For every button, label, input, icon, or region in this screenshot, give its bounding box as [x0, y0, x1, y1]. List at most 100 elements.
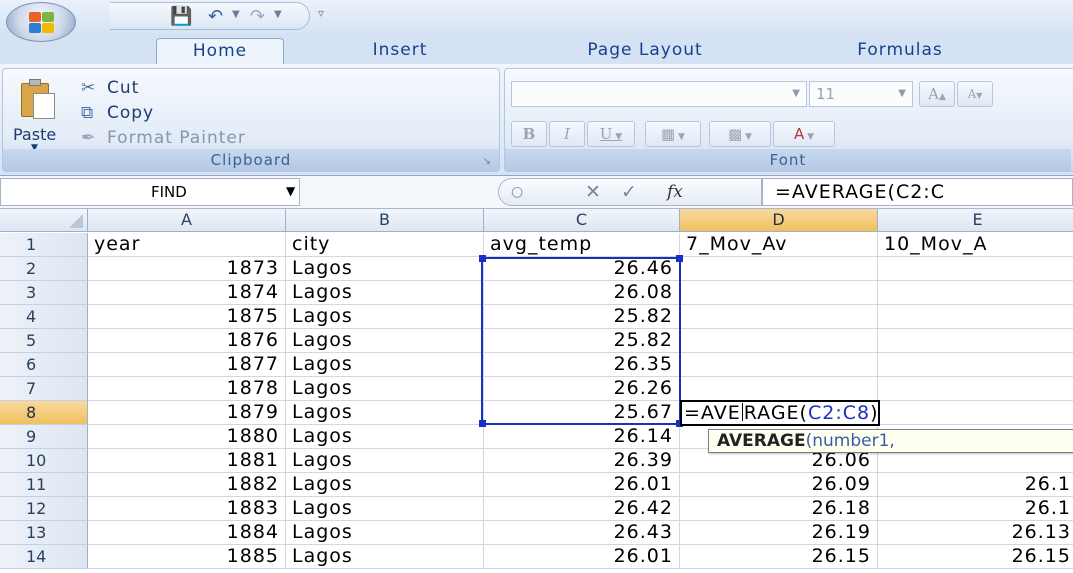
column-header-c[interactable]: C	[484, 209, 680, 232]
row-header-13[interactable]: 13	[0, 521, 88, 545]
cell-e11[interactable]: 26.1	[878, 473, 1073, 497]
cell-a8[interactable]: 1879	[88, 401, 286, 425]
cell-e5[interactable]	[878, 329, 1073, 353]
tab-insert[interactable]: Insert	[340, 38, 460, 64]
insert-function-icon[interactable]: fx	[667, 180, 683, 204]
cell-c3[interactable]: 26.08	[484, 281, 680, 305]
cell-e8[interactable]	[878, 401, 1073, 425]
customize-qat-icon[interactable]: ▿	[318, 6, 324, 20]
cell-a5[interactable]: 1876	[88, 329, 286, 353]
bold-button[interactable]: B	[511, 121, 547, 147]
cell-d14[interactable]: 26.15	[680, 545, 878, 569]
cell-c13[interactable]: 26.43	[484, 521, 680, 545]
function-tooltip[interactable]: AVERAGE(number1,	[708, 429, 1073, 453]
row-header-12[interactable]: 12	[0, 497, 88, 521]
borders-button[interactable]: ▦ ▼	[645, 121, 701, 147]
cell-b7[interactable]: Lagos	[286, 377, 484, 401]
underline-button[interactable]: U ▼	[587, 121, 635, 147]
cell-b11[interactable]: Lagos	[286, 473, 484, 497]
undo-icon[interactable]: ↶	[208, 7, 223, 27]
cell-a2[interactable]: 1873	[88, 257, 286, 281]
cell-d11[interactable]: 26.09	[680, 473, 878, 497]
font-size-combo[interactable]: 11 ▼	[809, 81, 913, 107]
cell-e7[interactable]	[878, 377, 1073, 401]
name-box[interactable]: FIND	[0, 178, 300, 206]
row-header-1[interactable]: 1	[0, 233, 88, 257]
cell-d2[interactable]	[680, 257, 878, 281]
cell-a9[interactable]: 1880	[88, 425, 286, 449]
fill-color-button[interactable]: ▩ ▼	[709, 121, 771, 147]
cell-b10[interactable]: Lagos	[286, 449, 484, 473]
cell-b13[interactable]: Lagos	[286, 521, 484, 545]
cell-c10[interactable]: 26.39	[484, 449, 680, 473]
row-header-8[interactable]: 8	[0, 401, 88, 425]
cell-e13[interactable]: 26.13	[878, 521, 1073, 545]
cell-b8[interactable]: Lagos	[286, 401, 484, 425]
cell-b9[interactable]: Lagos	[286, 425, 484, 449]
cell-a14[interactable]: 1885	[88, 545, 286, 569]
enter-icon[interactable]: ✓	[621, 180, 637, 204]
cell-c14[interactable]: 26.01	[484, 545, 680, 569]
row-header-14[interactable]: 14	[0, 545, 88, 569]
cell-c2[interactable]: 26.46	[484, 257, 680, 281]
cell-a12[interactable]: 1883	[88, 497, 286, 521]
copy-button[interactable]: ⧉ Copy	[81, 102, 154, 124]
redo-dropdown-icon[interactable]: ▼	[274, 9, 282, 20]
cell-a3[interactable]: 1874	[88, 281, 286, 305]
formula-bar-expand-icon[interactable]: ○	[511, 180, 523, 204]
column-header-a[interactable]: A	[88, 209, 286, 232]
font-color-button[interactable]: A ▼	[773, 121, 835, 147]
cell-b5[interactable]: Lagos	[286, 329, 484, 353]
cell-d1[interactable]: 7_Mov_Av	[680, 233, 878, 257]
column-header-e[interactable]: E	[878, 209, 1073, 232]
cell-b14[interactable]: Lagos	[286, 545, 484, 569]
column-header-b[interactable]: B	[286, 209, 484, 232]
save-icon[interactable]: 💾	[170, 7, 192, 27]
tab-page-layout[interactable]: Page Layout	[545, 38, 745, 64]
tab-formulas[interactable]: Formulas	[820, 38, 980, 64]
cell-d4[interactable]	[680, 305, 878, 329]
cell-d12[interactable]: 26.18	[680, 497, 878, 521]
cell-d3[interactable]	[680, 281, 878, 305]
cell-e14[interactable]: 26.15	[878, 545, 1073, 569]
cell-b2[interactable]: Lagos	[286, 257, 484, 281]
cell-b6[interactable]: Lagos	[286, 353, 484, 377]
cell-b1[interactable]: city	[286, 233, 484, 257]
row-header-6[interactable]: 6	[0, 353, 88, 377]
cancel-icon[interactable]: ✕	[585, 180, 601, 204]
cell-e6[interactable]	[878, 353, 1073, 377]
cell-e1[interactable]: 10_Mov_A	[878, 233, 1073, 257]
grow-font-button[interactable]: A▲	[919, 81, 955, 107]
shrink-font-button[interactable]: A▼	[957, 81, 993, 107]
cell-c5[interactable]: 25.82	[484, 329, 680, 353]
cell-d5[interactable]	[680, 329, 878, 353]
row-header-9[interactable]: 9	[0, 425, 88, 449]
paste-button[interactable]: Paste ▼	[7, 73, 69, 153]
name-box-dropdown-icon[interactable]: ▼	[286, 184, 295, 198]
cell-d7[interactable]	[680, 377, 878, 401]
select-all-button[interactable]	[0, 209, 88, 232]
cell-c7[interactable]: 26.26	[484, 377, 680, 401]
cell-a10[interactable]: 1881	[88, 449, 286, 473]
row-header-3[interactable]: 3	[0, 281, 88, 305]
cell-c11[interactable]: 26.01	[484, 473, 680, 497]
dialog-launcher-icon[interactable]: ↘	[483, 156, 491, 167]
redo-icon[interactable]: ↷	[250, 7, 265, 27]
cell-a7[interactable]: 1878	[88, 377, 286, 401]
formula-input[interactable]: =AVERAGE(C2:C	[762, 178, 1073, 206]
row-header-2[interactable]: 2	[0, 257, 88, 281]
cell-e12[interactable]: 26.1	[878, 497, 1073, 521]
cell-c8[interactable]: 25.67	[484, 401, 680, 425]
row-header-7[interactable]: 7	[0, 377, 88, 401]
cell-e3[interactable]	[878, 281, 1073, 305]
cell-c9[interactable]: 26.14	[484, 425, 680, 449]
cell-b12[interactable]: Lagos	[286, 497, 484, 521]
cell-a6[interactable]: 1877	[88, 353, 286, 377]
undo-dropdown-icon[interactable]: ▼	[232, 9, 240, 20]
cell-a13[interactable]: 1884	[88, 521, 286, 545]
cell-a1[interactable]: year	[88, 233, 286, 257]
tab-home[interactable]: Home	[156, 38, 284, 64]
cell-b4[interactable]: Lagos	[286, 305, 484, 329]
cell-c1[interactable]: avg_temp	[484, 233, 680, 257]
cell-c4[interactable]: 25.82	[484, 305, 680, 329]
